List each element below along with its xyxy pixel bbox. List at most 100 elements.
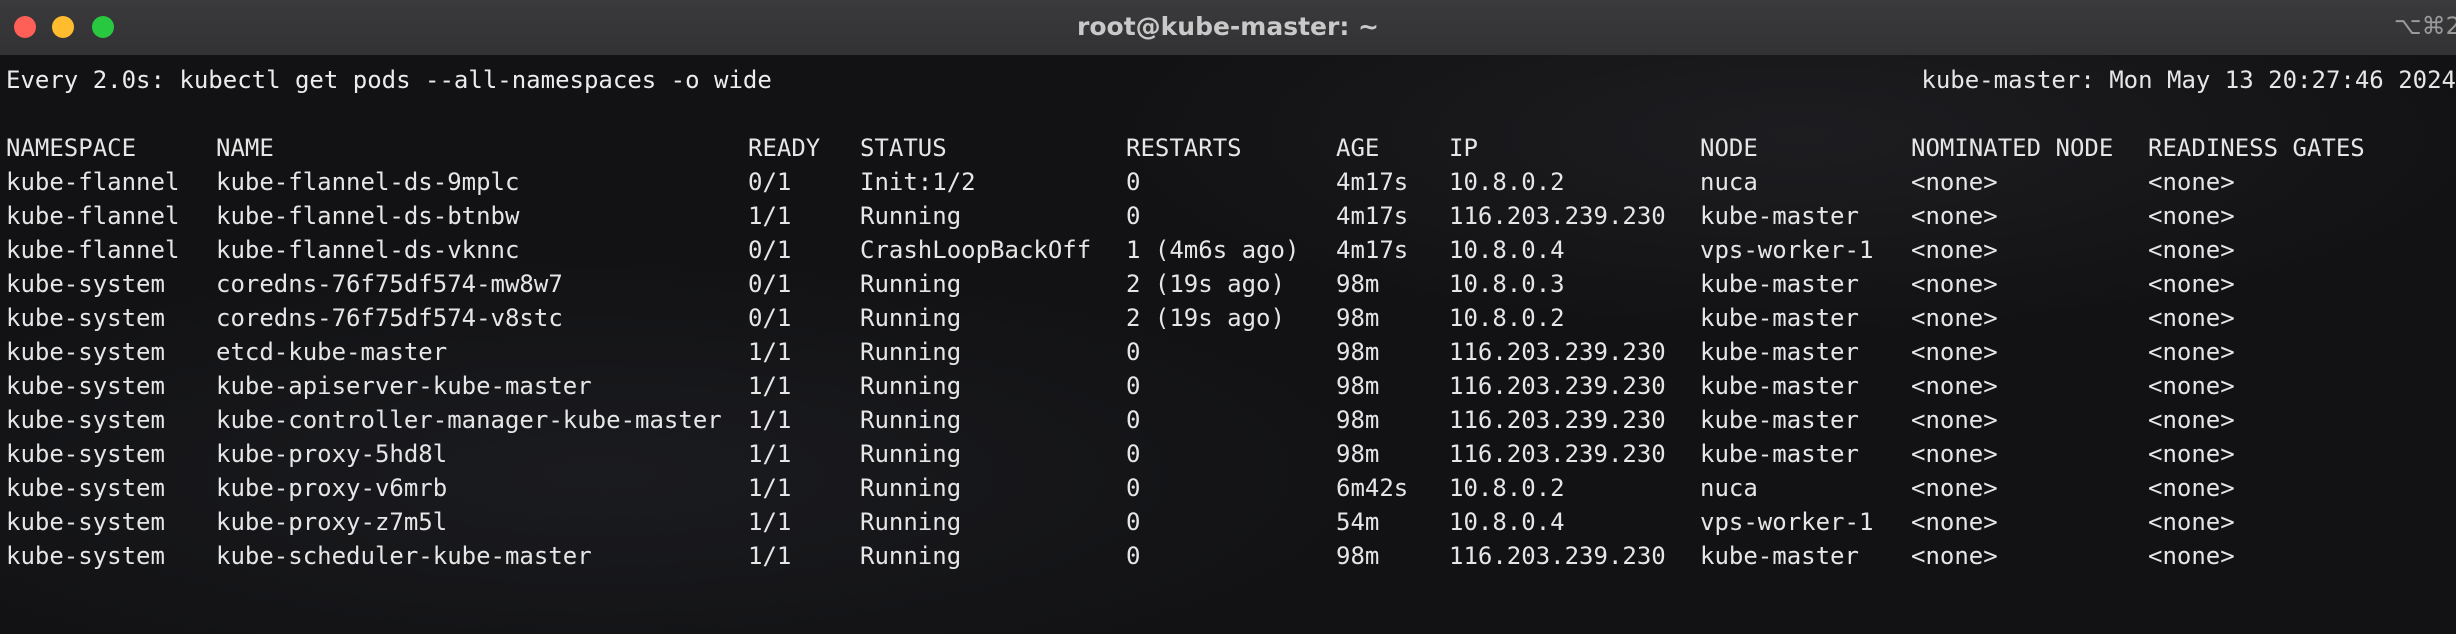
namespace-cell: kube-system	[6, 338, 165, 366]
pod-name-cell: kube-proxy-v6mrb	[216, 474, 448, 502]
node-cell: kube-master	[1700, 304, 1859, 332]
readiness-gates-cell: <none>	[2148, 168, 2235, 196]
table-row: kube-flannel kube-flannel-ds-9mplc 0/1 I…	[0, 165, 2456, 199]
readiness-gates-cell: <none>	[2148, 474, 2235, 502]
column-header: NAMESPACE	[6, 134, 137, 162]
namespace-cell: kube-flannel	[6, 168, 180, 196]
ready-cell: 1/1	[748, 338, 792, 366]
nominated-node-cell: <none>	[1911, 406, 1998, 434]
ip-cell: 116.203.239.230	[1449, 406, 1666, 434]
node-cell: vps-worker-1	[1700, 236, 1874, 264]
nominated-node-cell: <none>	[1911, 304, 1998, 332]
age-cell: 98m	[1336, 338, 1380, 366]
table-row: kube-system etcd-kube-master 1/1 Running…	[0, 335, 2456, 369]
readiness-gates-cell: <none>	[2148, 406, 2235, 434]
namespace-cell: kube-flannel	[6, 202, 180, 230]
nominated-node-cell: <none>	[1911, 236, 1998, 264]
node-cell: kube-master	[1700, 270, 1859, 298]
host-time: kube-master: Mon May 13 20:27:46 2024	[1921, 66, 2456, 94]
column-header: NAME	[216, 134, 274, 162]
status-cell: Running	[860, 270, 962, 298]
table-row: kube-system kube-proxy-z7m5l 1/1 Running…	[0, 505, 2456, 539]
age-cell: 98m	[1336, 304, 1380, 332]
column-header: IP	[1449, 134, 1478, 162]
column-header: STATUS	[860, 134, 947, 162]
table-row: kube-system kube-scheduler-kube-master 1…	[0, 539, 2456, 573]
readiness-gates-cell: <none>	[2148, 372, 2235, 400]
node-cell: kube-master	[1700, 338, 1859, 366]
ready-cell: 1/1	[748, 508, 792, 536]
readiness-gates-cell: <none>	[2148, 542, 2235, 570]
pod-name-cell: kube-proxy-5hd8l	[216, 440, 448, 468]
node-cell: kube-master	[1700, 542, 1859, 570]
ready-cell: 1/1	[748, 202, 792, 230]
nominated-node-cell: <none>	[1911, 474, 1998, 502]
readiness-gates-cell: <none>	[2148, 304, 2235, 332]
table-row: kube-system kube-apiserver-kube-master 1…	[0, 369, 2456, 403]
restarts-cell: 2 (19s ago)	[1126, 304, 1285, 332]
namespace-cell: kube-system	[6, 542, 165, 570]
node-cell: nuca	[1700, 168, 1758, 196]
namespace-cell: kube-system	[6, 474, 165, 502]
node-cell: nuca	[1700, 474, 1758, 502]
pod-name-cell: kube-flannel-ds-vknnc	[216, 236, 520, 264]
table-row: kube-system kube-proxy-v6mrb 1/1 Running…	[0, 471, 2456, 505]
table-row: kube-system coredns-76f75df574-mw8w7 0/1…	[0, 267, 2456, 301]
readiness-gates-cell: <none>	[2148, 338, 2235, 366]
pod-name-cell: kube-flannel-ds-btnbw	[216, 202, 520, 230]
ready-cell: 1/1	[748, 372, 792, 400]
pod-name-cell: etcd-kube-master	[216, 338, 448, 366]
status-cell: Running	[860, 304, 962, 332]
node-cell: kube-master	[1700, 372, 1859, 400]
ready-cell: 0/1	[748, 270, 792, 298]
status-cell: Running	[860, 372, 962, 400]
window-shortcut: ⌥⌘2	[2394, 12, 2456, 40]
ready-cell: 0/1	[748, 304, 792, 332]
pod-name-cell: kube-scheduler-kube-master	[216, 542, 592, 570]
nominated-node-cell: <none>	[1911, 508, 1998, 536]
status-cell: Running	[860, 474, 962, 502]
ready-cell: 1/1	[748, 440, 792, 468]
status-cell: Running	[860, 338, 962, 366]
age-cell: 98m	[1336, 542, 1380, 570]
pod-name-cell: coredns-76f75df574-mw8w7	[216, 270, 563, 298]
ready-cell: 1/1	[748, 474, 792, 502]
pod-name-cell: kube-apiserver-kube-master	[216, 372, 592, 400]
window-title: root@kube-master: ~	[1077, 12, 1379, 41]
node-cell: kube-master	[1700, 440, 1859, 468]
terminal-output[interactable]: Every 2.0s: kubectl get pods --all-names…	[0, 55, 2456, 634]
table-header: NAMESPACE NAME READY STATUS RESTARTS AGE…	[0, 131, 2456, 165]
age-cell: 98m	[1336, 440, 1380, 468]
restarts-cell: 0	[1126, 542, 1141, 570]
age-cell: 4m17s	[1336, 236, 1409, 264]
table-row: kube-system kube-proxy-5hd8l 1/1 Running…	[0, 437, 2456, 471]
title-bar[interactable]: root@kube-master: ~ ⌥⌘2	[0, 0, 2456, 56]
restarts-cell: 0	[1126, 168, 1141, 196]
ready-cell: 0/1	[748, 236, 792, 264]
namespace-cell: kube-system	[6, 270, 165, 298]
namespace-cell: kube-flannel	[6, 236, 180, 264]
namespace-cell: kube-system	[6, 508, 165, 536]
restarts-cell: 0	[1126, 372, 1141, 400]
ip-cell: 10.8.0.2	[1449, 168, 1565, 196]
pod-name-cell: kube-controller-manager-kube-master	[216, 406, 722, 434]
nominated-node-cell: <none>	[1911, 202, 1998, 230]
restarts-cell: 2 (19s ago)	[1126, 270, 1285, 298]
column-header: READY	[748, 134, 821, 162]
column-header: READINESS GATES	[2148, 134, 2365, 162]
readiness-gates-cell: <none>	[2148, 508, 2235, 536]
nominated-node-cell: <none>	[1911, 338, 1998, 366]
age-cell: 54m	[1336, 508, 1380, 536]
ip-cell: 116.203.239.230	[1449, 542, 1666, 570]
column-header: RESTARTS	[1126, 134, 1242, 162]
nominated-node-cell: <none>	[1911, 168, 1998, 196]
restarts-cell: 1 (4m6s ago)	[1126, 236, 1300, 264]
ip-cell: 116.203.239.230	[1449, 372, 1666, 400]
node-cell: kube-master	[1700, 202, 1859, 230]
node-cell: vps-worker-1	[1700, 508, 1874, 536]
nominated-node-cell: <none>	[1911, 270, 1998, 298]
status-cell: Running	[860, 542, 962, 570]
ip-cell: 10.8.0.2	[1449, 474, 1565, 502]
ready-cell: 1/1	[748, 406, 792, 434]
namespace-cell: kube-system	[6, 304, 165, 332]
